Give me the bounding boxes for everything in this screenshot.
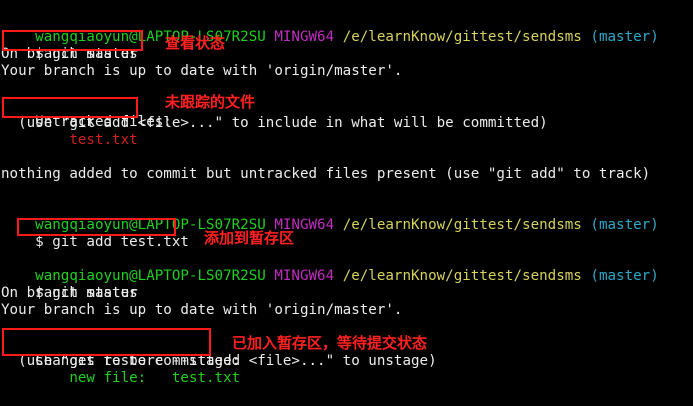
annotation-staged: 已加入暂存区，等待提交状态 xyxy=(232,334,428,352)
prompt-shell: MINGW64 xyxy=(274,29,335,45)
prompt-branch: (master) xyxy=(590,268,659,284)
prompt-path: /e/learnKnow/gittest/sendsms xyxy=(342,268,582,284)
output-up-to-date: Your branch is up to date with 'origin/m… xyxy=(1,302,403,318)
terminal-window[interactable]: wangqiaoyun@LAPTOP-LS07R2SU MINGW64 /e/l… xyxy=(0,0,693,406)
highlight-box-git-status xyxy=(2,30,143,51)
highlight-box-staged xyxy=(2,328,211,356)
output-up-to-date: Your branch is up to date with 'origin/m… xyxy=(1,63,403,79)
prompt-line: wangqiaoyun@LAPTOP-LS07R2SU MINGW64 /e/l… xyxy=(1,251,659,284)
staged-file: new file: test.txt xyxy=(1,370,241,386)
annotation-check-status: 查看状态 xyxy=(165,34,226,52)
prompt-branch: (master) xyxy=(590,29,659,45)
annotation-add-to-stage: 添加到暂存区 xyxy=(204,229,295,247)
output-summary: nothing added to commit but untracked fi… xyxy=(1,166,651,182)
output-on-branch: On branch master xyxy=(1,285,138,301)
highlight-box-git-add xyxy=(17,218,176,236)
prompt-path: /e/learnKnow/gittest/sendsms xyxy=(342,217,582,233)
prompt-symbol: $ xyxy=(35,234,44,250)
prompt-line: wangqiaoyun@LAPTOP-LS07R2SU MINGW64 /e/l… xyxy=(1,200,659,233)
prompt-branch: (master) xyxy=(590,217,659,233)
command-line: $ git status xyxy=(1,268,138,301)
annotation-untracked: 未跟踪的文件 xyxy=(165,93,256,111)
prompt-line: wangqiaoyun@LAPTOP-LS07R2SU MINGW64 /e/l… xyxy=(1,12,659,45)
highlight-box-untracked xyxy=(2,97,138,118)
prompt-shell: MINGW64 xyxy=(274,268,335,284)
untracked-file: test.txt xyxy=(1,132,138,148)
command-text: git add test.txt xyxy=(52,234,189,250)
prompt-path: /e/learnKnow/gittest/sendsms xyxy=(342,29,582,45)
